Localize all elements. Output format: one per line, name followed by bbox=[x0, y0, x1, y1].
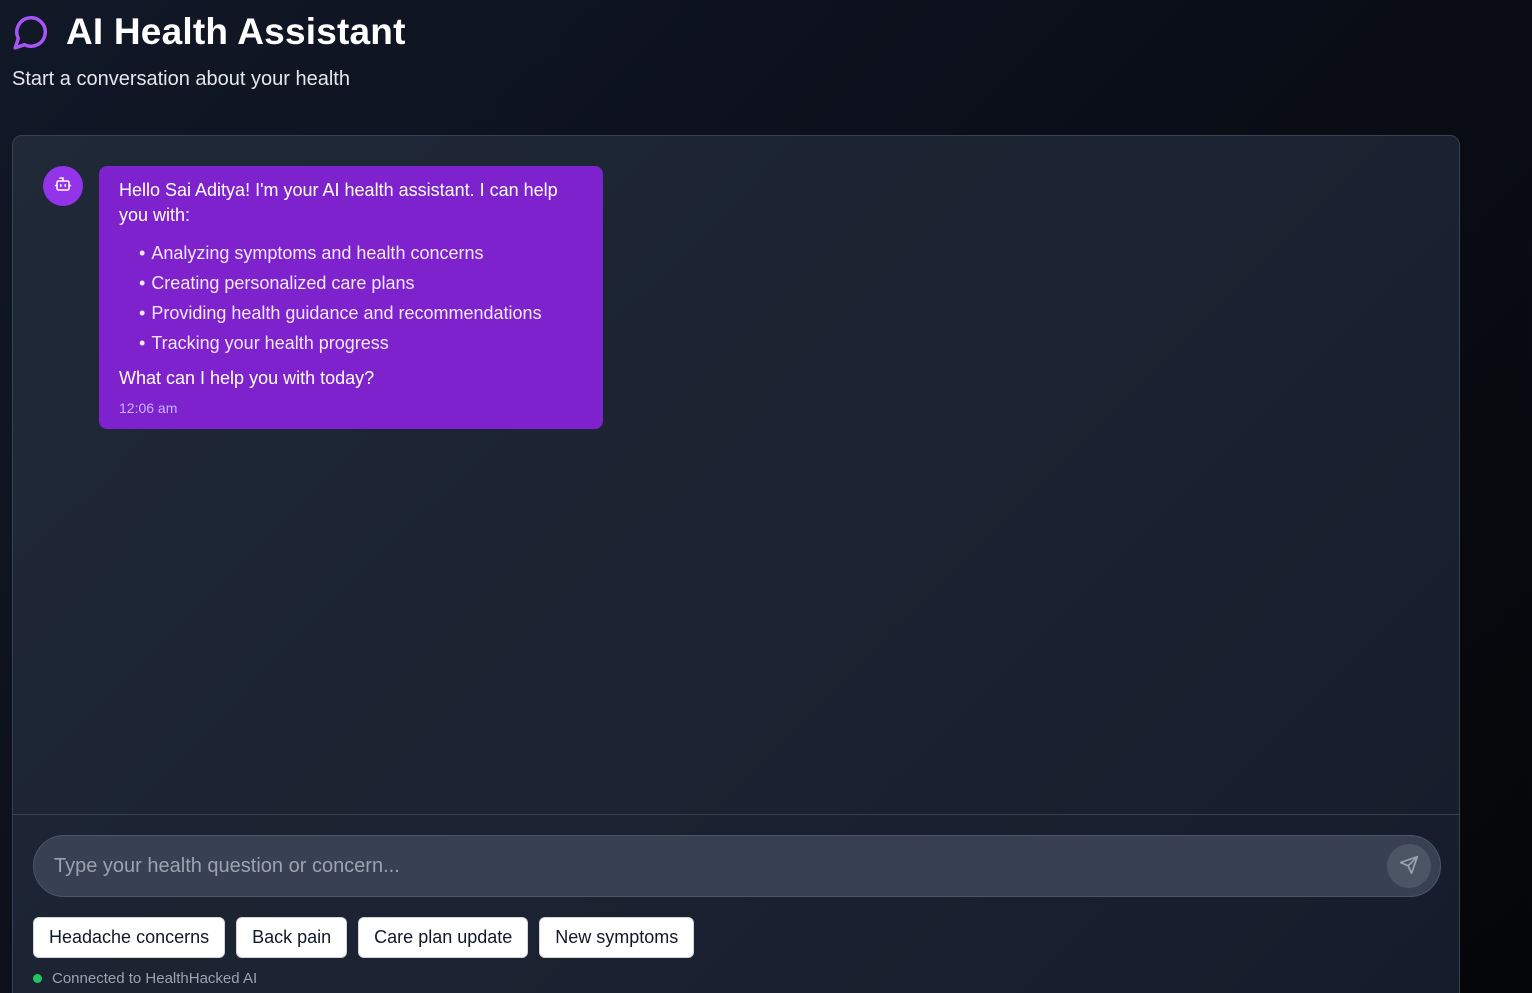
chat-panel: Hello Sai Aditya! I'm your AI health ass… bbox=[12, 135, 1460, 993]
capability-item: • Providing health guidance and recommend… bbox=[139, 298, 583, 328]
bullet: • bbox=[139, 303, 146, 323]
message-timestamp: 12:06 am bbox=[119, 400, 178, 416]
bot-icon bbox=[54, 175, 72, 198]
bot-avatar bbox=[43, 166, 83, 206]
status-dot-icon bbox=[33, 974, 42, 983]
status-text: Connected to HealthHacked AI bbox=[52, 970, 258, 987]
capability-list: • Analyzing symptoms and health concerns … bbox=[119, 238, 583, 358]
capability-text: Analyzing symptoms and health concerns bbox=[151, 243, 484, 263]
message-composer bbox=[33, 835, 1441, 897]
message-list[interactable]: Hello Sai Aditya! I'm your AI health ass… bbox=[13, 136, 1459, 814]
send-icon bbox=[1399, 855, 1419, 878]
quick-actions: Headache concerns Back pain Care plan up… bbox=[33, 917, 705, 958]
bullet: • bbox=[139, 333, 146, 353]
bullet: • bbox=[139, 243, 146, 263]
capability-text: Providing health guidance and recommenda… bbox=[151, 303, 542, 323]
message-closing: What can I help you with today? bbox=[119, 368, 375, 388]
capability-text: Creating personalized care plans bbox=[151, 273, 415, 293]
page-title: AI Health Assistant bbox=[66, 11, 406, 52]
capability-item: • Analyzing symptoms and health concerns bbox=[139, 238, 583, 268]
message-intro: Hello Sai Aditya! I'm your AI health ass… bbox=[119, 180, 558, 225]
message-input[interactable] bbox=[34, 835, 1387, 897]
capability-item: • Tracking your health progress bbox=[139, 328, 583, 358]
quick-action-care-plan[interactable]: Care plan update bbox=[358, 917, 529, 958]
connection-status: Connected to HealthHacked AI bbox=[33, 970, 257, 987]
page-subtitle: Start a conversation about your health bbox=[12, 68, 350, 90]
send-button[interactable] bbox=[1387, 844, 1431, 888]
quick-action-back-pain[interactable]: Back pain bbox=[236, 917, 348, 958]
title-row: AI Health Assistant bbox=[12, 10, 406, 54]
capability-text: Tracking your health progress bbox=[151, 333, 389, 353]
quick-action-new-symptoms[interactable]: New symptoms bbox=[539, 917, 695, 958]
chat-bubble-icon bbox=[12, 13, 50, 51]
bullet: • bbox=[139, 273, 146, 293]
message-bubble: Hello Sai Aditya! I'm your AI health ass… bbox=[99, 166, 603, 429]
bot-message: Hello Sai Aditya! I'm your AI health ass… bbox=[43, 166, 603, 429]
composer-divider bbox=[13, 814, 1459, 815]
page-header: AI Health Assistant Start a conversation… bbox=[12, 10, 406, 91]
capability-item: • Creating personalized care plans bbox=[139, 268, 583, 298]
quick-action-headache[interactable]: Headache concerns bbox=[33, 917, 226, 958]
